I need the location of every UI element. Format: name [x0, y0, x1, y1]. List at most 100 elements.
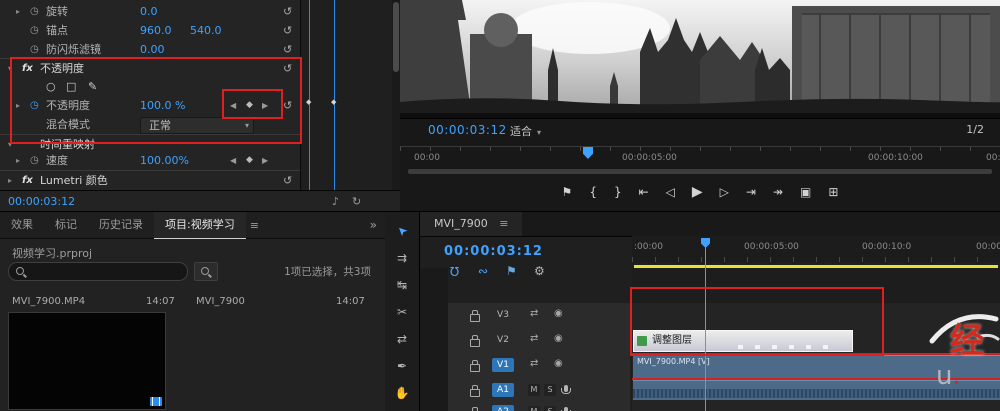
- hand-tool[interactable]: ✋: [395, 386, 410, 400]
- mark-out-button[interactable]: }: [614, 185, 622, 199]
- add-marker-icon[interactable]: ⚑: [506, 264, 517, 278]
- search-input[interactable]: [8, 262, 188, 281]
- extract-button[interactable]: ↠: [773, 185, 783, 199]
- previous-keyframe-button[interactable]: ◀: [230, 151, 236, 170]
- track-lock-icon[interactable]: [470, 385, 480, 397]
- comparison-view-button[interactable]: ⊞: [828, 185, 838, 199]
- sync-lock-icon[interactable]: ⇄: [530, 333, 538, 344]
- sync-lock-icon[interactable]: ⇄: [530, 308, 538, 319]
- track-output-eye-icon[interactable]: ◉: [554, 308, 563, 319]
- track-name[interactable]: A2: [492, 405, 514, 411]
- tab-effects[interactable]: 效果: [0, 212, 44, 238]
- tab-markers[interactable]: 标记: [44, 212, 88, 238]
- track-name[interactable]: A1: [492, 383, 514, 397]
- stopwatch-icon[interactable]: ◷: [30, 2, 39, 21]
- clip-in-marker: [309, 0, 310, 190]
- track-name[interactable]: V2: [492, 333, 514, 347]
- clip-thumbnail[interactable]: [8, 312, 166, 410]
- tab-project[interactable]: 项目:视频学习: [154, 211, 246, 239]
- voiceover-record-icon[interactable]: [561, 385, 571, 394]
- effect-panel-timecode[interactable]: 00:00:03:12: [8, 191, 75, 212]
- effect-keyframe-timeline[interactable]: ◆ ◆: [300, 0, 393, 190]
- solo-button[interactable]: S: [544, 406, 556, 411]
- project-breadcrumb[interactable]: 视频学习.prproj: [12, 245, 92, 261]
- step-forward-button[interactable]: ▷: [720, 185, 729, 199]
- clip-label: MVI_7900.MP4 [V]: [637, 357, 710, 366]
- track-lock-icon[interactable]: [470, 335, 480, 347]
- speed-value[interactable]: 100.00%: [140, 151, 189, 170]
- tab-history[interactable]: 历史记录: [88, 212, 154, 238]
- program-timecode[interactable]: 00:00:03:12: [428, 123, 507, 137]
- overflow-tabs-icon[interactable]: »: [370, 218, 377, 232]
- reset-icon[interactable]: ↺: [283, 2, 292, 21]
- timeline-ruler[interactable]: :00:00 00:00:05:00 00:00:10:0 00:00:15:0: [632, 236, 1000, 262]
- play-audio-icon[interactable]: ♪: [332, 191, 339, 212]
- twirl-icon[interactable]: ▸: [16, 151, 20, 170]
- mute-button[interactable]: M: [528, 384, 540, 396]
- panel-menu-icon[interactable]: ≡: [499, 217, 508, 230]
- track-header-a2: A2 M S: [448, 400, 630, 411]
- mute-button[interactable]: M: [528, 406, 540, 411]
- track-select-tool[interactable]: ⇉: [397, 251, 407, 265]
- param-label: 速度: [46, 154, 68, 167]
- twirl-icon[interactable]: ▸: [16, 2, 20, 21]
- voiceover-record-icon[interactable]: [561, 407, 571, 411]
- solo-button[interactable]: S: [544, 384, 556, 396]
- param-value[interactable]: 0.0: [140, 2, 158, 21]
- effect-panel-scrollbar[interactable]: [392, 0, 400, 190]
- fit-dropdown[interactable]: 适合 ▾: [510, 123, 541, 139]
- add-marker-button[interactable]: ⚑: [562, 185, 573, 199]
- twirl-icon[interactable]: ▸: [8, 171, 12, 190]
- track-output-eye-icon[interactable]: ◉: [554, 333, 563, 344]
- stopwatch-icon[interactable]: ◷: [30, 151, 39, 170]
- pen-tool[interactable]: ✒: [397, 359, 407, 373]
- razor-tool[interactable]: ✂: [397, 305, 407, 319]
- premiere-pro-window: ▸ ◷ 旋转 0.0 ↺ ◷ 锚点 960.0 540.0 ↺ ◷ 防闪烁滤镜 …: [0, 0, 1000, 411]
- sync-lock-icon[interactable]: ⇄: [530, 358, 538, 369]
- anchor-x-value[interactable]: 960.0: [140, 21, 172, 40]
- go-to-out-button[interactable]: ⇥: [746, 185, 756, 199]
- clip-out-marker: [334, 0, 335, 190]
- timeline-settings-icon[interactable]: ⚙: [534, 264, 545, 278]
- stopwatch-icon[interactable]: ◷: [30, 21, 39, 40]
- add-keyframe-button[interactable]: ◆: [246, 151, 253, 170]
- snap-magnet-icon[interactable]: Ω: [450, 264, 459, 278]
- program-scrollbar[interactable]: [408, 169, 992, 174]
- go-to-in-button[interactable]: ⇤: [639, 185, 649, 199]
- playback-resolution-dropdown[interactable]: 1/2: [966, 123, 984, 136]
- annotation-box-adjustment-clip: [630, 287, 884, 356]
- tab-sequence[interactable]: MVI_7900 ≡: [420, 212, 523, 236]
- reset-icon[interactable]: ↺: [283, 21, 292, 40]
- mark-in-button[interactable]: {: [589, 185, 597, 199]
- linked-selection-icon[interactable]: ∾: [478, 264, 488, 278]
- program-ruler[interactable]: 00:00 00:00:05:00 00:00:10:00 00:0: [400, 146, 1000, 167]
- play-button[interactable]: ▶: [692, 184, 703, 200]
- ruler-label: 00:00:05:00: [622, 153, 677, 163]
- new-search-bin-button[interactable]: [194, 262, 218, 281]
- anchor-y-value[interactable]: 540.0: [190, 21, 222, 40]
- reset-icon[interactable]: ↺: [283, 171, 292, 190]
- keyframe-icon[interactable]: ◆: [306, 98, 311, 106]
- project-item-name[interactable]: MVI_7900.MP4: [12, 296, 85, 307]
- project-item-name[interactable]: MVI_7900: [196, 296, 245, 307]
- scrollbar-thumb[interactable]: [393, 2, 399, 72]
- step-back-button[interactable]: ◁: [666, 185, 675, 199]
- track-lock-icon[interactable]: [470, 360, 480, 372]
- ripple-edit-tool[interactable]: ↹: [397, 278, 407, 292]
- next-keyframe-button[interactable]: ▶: [262, 151, 268, 170]
- effect-section-lumetri: ▸ fx Lumetri 颜色 ↺: [0, 170, 300, 190]
- keyframe-icon[interactable]: ◆: [331, 98, 336, 106]
- loop-icon[interactable]: ↻: [352, 191, 361, 212]
- track-name[interactable]: V3: [492, 308, 514, 322]
- track-name[interactable]: V1: [492, 358, 514, 372]
- slip-tool[interactable]: ⇄: [397, 332, 407, 346]
- search-icon: [201, 267, 209, 275]
- timeline-timecode[interactable]: 00:00:03:12: [444, 244, 543, 259]
- track-output-eye-icon[interactable]: ◉: [554, 358, 563, 369]
- video-frame-art: [400, 0, 1000, 118]
- fx-badge-icon[interactable]: fx: [22, 171, 33, 190]
- track-lock-icon[interactable]: [470, 310, 480, 322]
- panel-menu-icon[interactable]: ≡: [250, 219, 259, 232]
- export-frame-button[interactable]: ▣: [800, 185, 811, 199]
- selection-tool[interactable]: ➤: [393, 222, 410, 239]
